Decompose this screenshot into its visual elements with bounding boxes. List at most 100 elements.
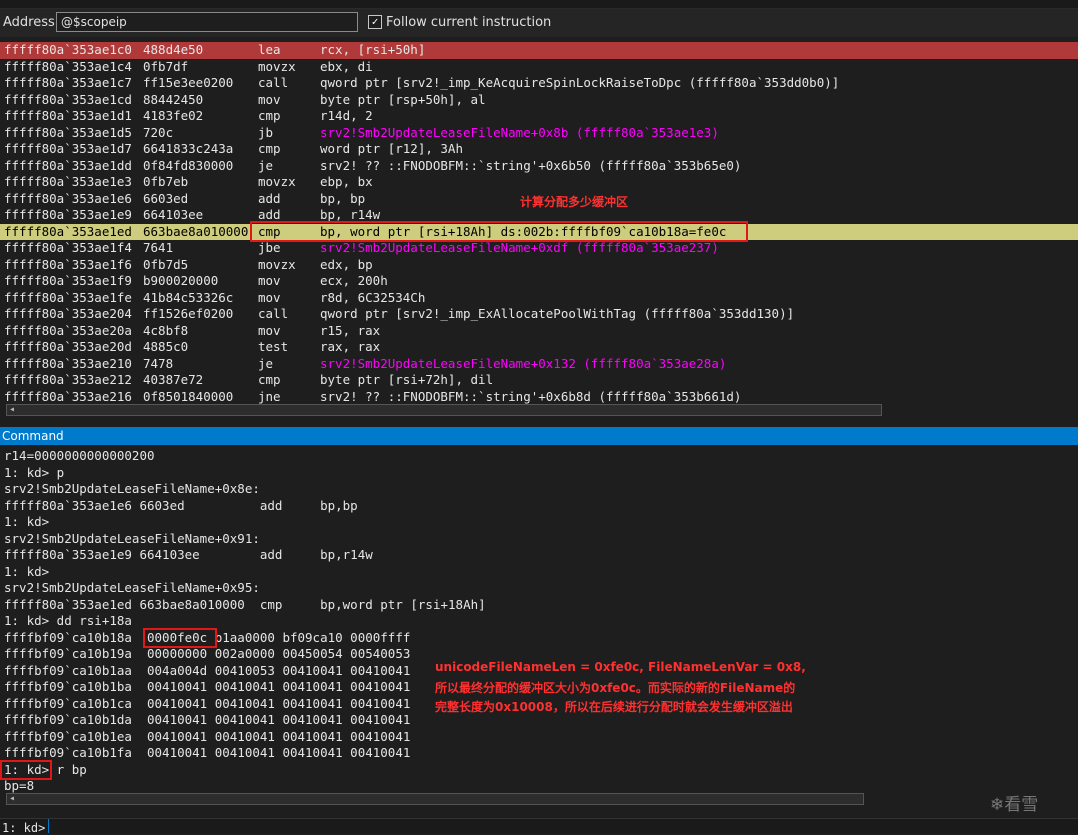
disasm-row[interactable]: fffff80a`353ae1d5 720c jb srv2!Smb2UpdateLe… bbox=[0, 125, 1078, 142]
disasm-bytes: 488d4e50 bbox=[143, 42, 204, 57]
disasm-row[interactable]: fffff80a`353ae1c0 488d4e50 lea rcx, [rsi+50… bbox=[0, 42, 1078, 59]
disasm-operands: edx, bp bbox=[320, 256, 373, 272]
disasm-row[interactable]: fffff80a`353ae1c7 ff15e3ee0200 call qword p… bbox=[0, 75, 1078, 92]
command-line: fffff80a`353ae1e9 664103ee add bp,r14w bbox=[4, 547, 373, 562]
scroll-left-icon[interactable]: ◂ bbox=[9, 793, 15, 804]
disasm-bytes: 7478 bbox=[143, 355, 174, 371]
disasm-bytes: 88442450 bbox=[143, 91, 204, 107]
disasm-row[interactable]: fffff80a`353ae1cd 88442450 mov byte ptr [rs… bbox=[0, 92, 1078, 109]
disasm-bytes: ff1526ef0200 bbox=[143, 306, 234, 321]
disasm-row[interactable]: fffff80a`353ae20a 4c8bf8 mov r15, rax bbox=[0, 323, 1078, 340]
disasm-address: fffff80a`353ae1d7 bbox=[4, 141, 132, 156]
kanxue-watermark: ❄看雪 bbox=[990, 795, 1039, 815]
disasm-bytes: 4183fe02 bbox=[143, 108, 204, 123]
disasm-operands: srv2!Smb2UpdateLeaseFileName+0x132 (ffff… bbox=[320, 355, 727, 371]
disasm-bytes: 720c bbox=[143, 124, 174, 140]
disasm-address: fffff80a`353ae20a bbox=[4, 322, 132, 338]
disasm-operands: r15, rax bbox=[320, 322, 381, 338]
disasm-row[interactable]: fffff80a`353ae20d 4885c0 test rax, rax bbox=[0, 339, 1078, 356]
disasm-mnemonic: mov bbox=[258, 91, 281, 107]
command-line: fffff80a`353ae1e6 6603ed add bp,bp bbox=[4, 497, 358, 513]
disasm-bytes: 0f8501840000 bbox=[143, 388, 234, 404]
disasm-row[interactable]: fffff80a`353ae1f6 0fb7d5 movzx edx, bp bbox=[0, 257, 1078, 274]
disasm-address: fffff80a`353ae216 bbox=[4, 388, 132, 404]
disasm-row[interactable]: fffff80a`353ae1c4 0fb7df movzx ebx, di bbox=[0, 59, 1078, 76]
scroll-left-icon[interactable]: ◂ bbox=[9, 404, 15, 415]
follow-instruction-label[interactable]: Follow current instruction bbox=[386, 15, 551, 30]
disasm-address: fffff80a`353ae1c0 bbox=[4, 42, 132, 57]
command-hscrollbar[interactable]: ◂ bbox=[6, 793, 864, 805]
disasm-address: fffff80a`353ae1c4 bbox=[4, 58, 132, 74]
disasm-mnemonic: cmp bbox=[258, 108, 281, 123]
annotation-overflow-line: 所以最终分配的缓冲区大小为0xfe0c。而实际的新的FileName的 bbox=[435, 681, 796, 695]
annotation-overflow-line: 完整长度为0x10008，所以在后续进行分配时就会发生缓冲区溢出 bbox=[435, 700, 793, 714]
command-line: srv2!Smb2UpdateLeaseFileName+0x95: bbox=[4, 580, 260, 595]
disasm-operands: ebx, di bbox=[320, 58, 373, 74]
disasm-bytes: 40387e72 bbox=[143, 372, 204, 387]
disasm-address: fffff80a`353ae212 bbox=[4, 372, 132, 387]
disasm-address: fffff80a`353ae1d5 bbox=[4, 124, 132, 140]
disasm-mnemonic: mov bbox=[258, 273, 281, 288]
disasm-mnemonic: jbe bbox=[258, 240, 281, 255]
disasm-address: fffff80a`353ae1dd bbox=[4, 157, 132, 173]
disasm-row[interactable]: fffff80a`353ae212 40387e72 cmp byte ptr [rs… bbox=[0, 372, 1078, 389]
disasm-address: fffff80a`353ae1e9 bbox=[4, 207, 132, 222]
disasm-mnemonic: call bbox=[258, 306, 289, 321]
disasm-bytes: 7641 bbox=[143, 240, 174, 255]
disasm-bytes: 41b84c53326c bbox=[143, 289, 234, 305]
disasm-row[interactable]: fffff80a`353ae216 0f8501840000 jne srv2! ??… bbox=[0, 389, 1078, 406]
highlight-box-bp bbox=[0, 759, 52, 780]
disasm-mnemonic: movzx bbox=[258, 58, 296, 74]
disasm-bytes: 4c8bf8 bbox=[143, 322, 189, 338]
command-line: 1: kd> r bp bbox=[4, 761, 87, 777]
disasm-address: fffff80a`353ae1ed bbox=[4, 223, 132, 239]
disasm-operands: bp, bp bbox=[320, 190, 366, 206]
highlight-box-fe0c bbox=[143, 627, 217, 648]
disasm-mnemonic: lea bbox=[258, 42, 281, 57]
highlight-box bbox=[250, 220, 748, 242]
command-line: 1: kd> bbox=[4, 514, 50, 529]
disasm-mnemonic: mov bbox=[258, 289, 281, 305]
disasm-address: fffff80a`353ae204 bbox=[4, 306, 132, 321]
annotation-buffer-size: 计算分配多少缓冲区 bbox=[520, 194, 629, 209]
disasm-address: fffff80a`353ae1d1 bbox=[4, 108, 132, 123]
command-input[interactable] bbox=[48, 819, 1078, 833]
disasm-row[interactable]: fffff80a`353ae1fe 41b84c53326c mov r8d, 6C3… bbox=[0, 290, 1078, 307]
disasm-operands: rcx, [rsi+50h] bbox=[320, 42, 426, 57]
disasm-row[interactable]: fffff80a`353ae210 7478 je srv2!Smb2UpdateLe… bbox=[0, 356, 1078, 373]
address-input[interactable] bbox=[56, 12, 358, 32]
disasm-row[interactable]: fffff80a`353ae1dd 0f84fd830000 je srv2! ?? … bbox=[0, 158, 1078, 175]
disasm-mnemonic: add bbox=[258, 190, 281, 206]
command-line: 1: kd> p bbox=[4, 464, 65, 480]
disasm-mnemonic: mov bbox=[258, 322, 281, 338]
command-prompt: 1: kd> bbox=[2, 821, 46, 835]
disasm-address: fffff80a`353ae20d bbox=[4, 339, 132, 354]
disasm-row[interactable]: fffff80a`353ae1e3 0fb7eb movzx ebp, bx bbox=[0, 174, 1078, 191]
command-window-title: Command bbox=[0, 427, 1078, 445]
command-line: srv2!Smb2UpdateLeaseFileName+0x8e: bbox=[4, 481, 260, 496]
disasm-operands: r8d, 6C32534Ch bbox=[320, 289, 426, 305]
disasm-row[interactable]: fffff80a`353ae1f4 7641 jbe srv2!Smb2UpdateL… bbox=[0, 240, 1078, 257]
disasm-operands: byte ptr [rsi+72h], dil bbox=[320, 372, 494, 387]
disasm-address: fffff80a`353ae1cd bbox=[4, 91, 132, 107]
disasm-address: fffff80a`353ae1f9 bbox=[4, 273, 132, 288]
disasm-address: fffff80a`353ae1e3 bbox=[4, 174, 132, 189]
disasm-address: fffff80a`353ae210 bbox=[4, 355, 132, 371]
disasm-mnemonic: movzx bbox=[258, 174, 296, 189]
annotation-overflow-line: unicodeFileNameLen = 0xfe0c, FileNameLen… bbox=[435, 660, 806, 674]
follow-instruction-checkbox[interactable]: ✓ bbox=[368, 15, 382, 29]
disasm-operands: srv2! ?? ::FNODOBFM::`string'+0x6b8d (ff… bbox=[320, 388, 742, 404]
address-bar: Address: ✓ Follow current instruction bbox=[0, 9, 1078, 37]
disasm-row[interactable]: fffff80a`353ae1d7 6641833c243a cmp word ptr… bbox=[0, 141, 1078, 158]
disasm-hscrollbar[interactable]: ◂ bbox=[6, 404, 882, 416]
disasm-mnemonic: je bbox=[258, 355, 274, 371]
disassembly-pane[interactable]: fffff80a`353ae1c0 488d4e50 lea rcx, [rsi+50… bbox=[0, 40, 1078, 416]
disasm-address: fffff80a`353ae1e6 bbox=[4, 190, 132, 206]
disasm-row[interactable]: fffff80a`353ae1d1 4183fe02 cmp r14d, 2 bbox=[0, 108, 1078, 125]
disasm-row[interactable]: fffff80a`353ae204 ff1526ef0200 call qword p… bbox=[0, 306, 1078, 323]
disasm-bytes: 6641833c243a bbox=[143, 141, 234, 156]
disasm-operands: srv2!Smb2UpdateLeaseFileName+0xdf (fffff… bbox=[320, 240, 719, 255]
command-line: ffffbf09`ca10b1ea 00410041 00410041 0041… bbox=[4, 728, 411, 744]
disasm-row[interactable]: fffff80a`353ae1f9 b900020000 mov ecx, 200h bbox=[0, 273, 1078, 290]
command-output[interactable]: r14=0000000000000200 1: kd> p srv2!Smb2Upd… bbox=[0, 446, 1078, 818]
